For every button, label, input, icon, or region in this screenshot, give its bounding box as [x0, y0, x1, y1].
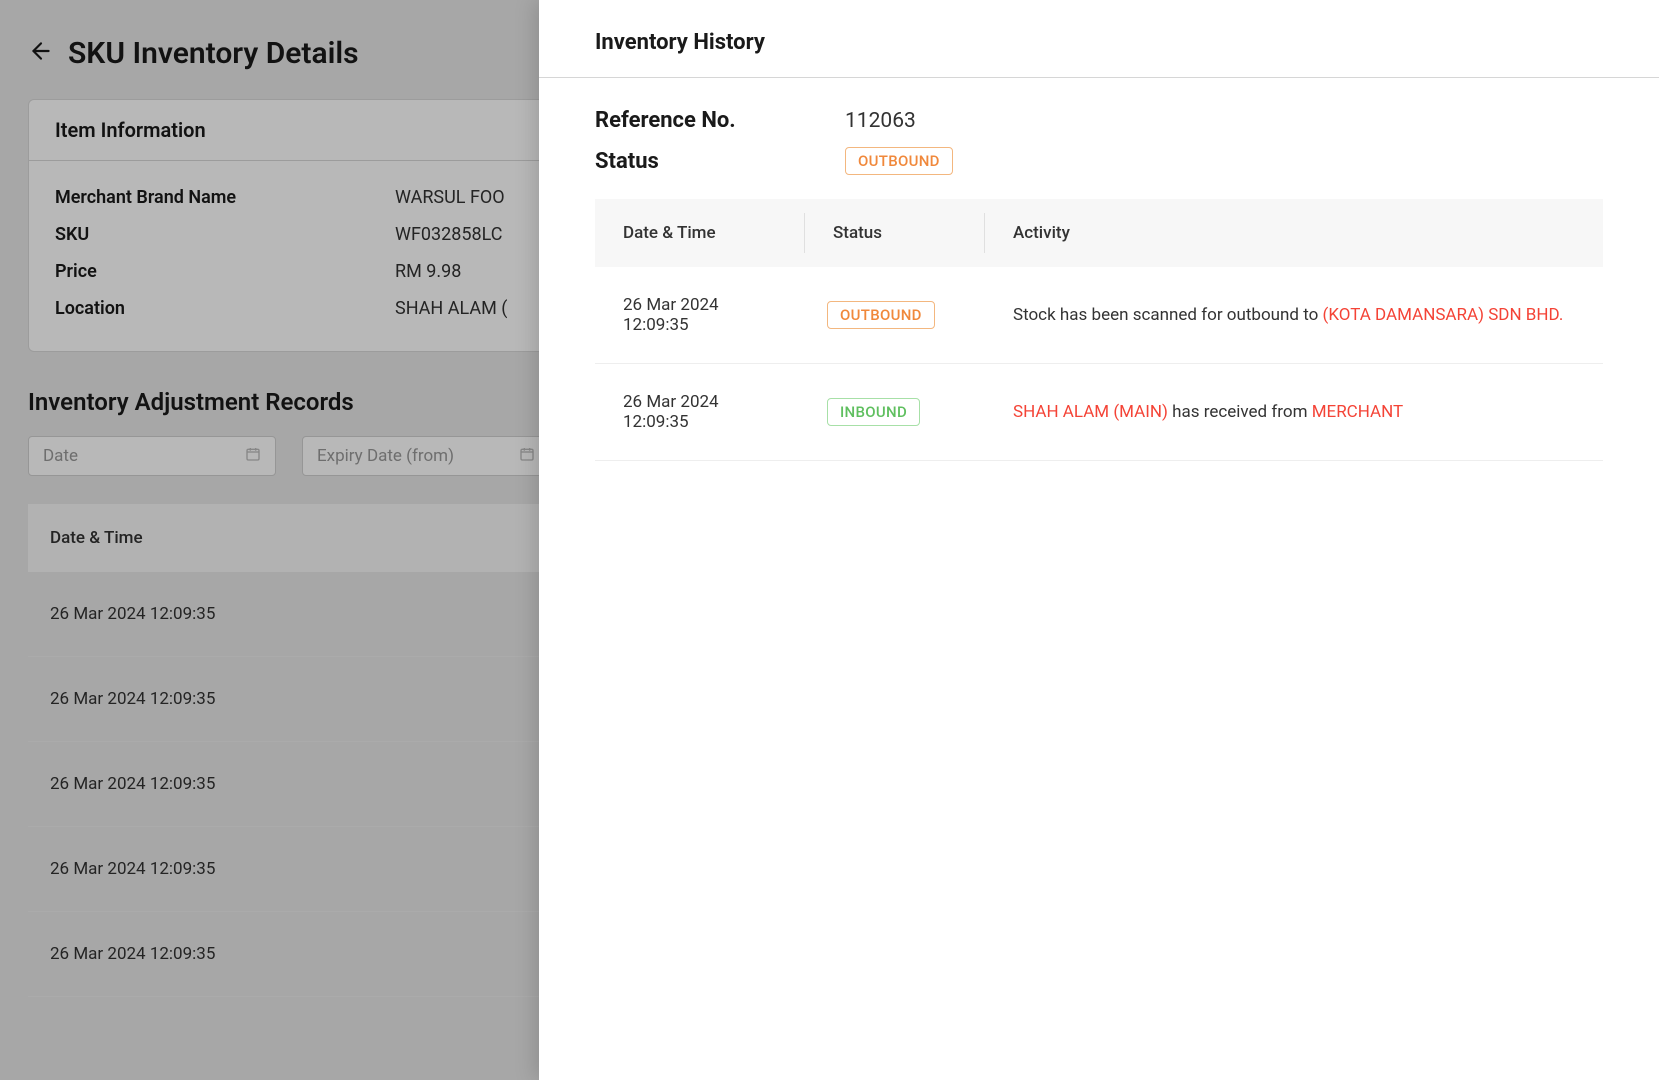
col-datetime: Date & Time [595, 199, 805, 267]
activity-highlight: SHAH ALAM (MAIN) [1013, 402, 1168, 422]
cell-status: OUTBOUND [805, 267, 985, 364]
cell-activity: SHAH ALAM (MAIN) has received from MERCH… [985, 364, 1603, 461]
activity-highlight: (KOTA DAMANSARA) SDN BHD. [1323, 305, 1564, 325]
reference-no-value: 112063 [845, 109, 916, 133]
status-badge: OUTBOUND [845, 147, 953, 175]
status-label: Status [595, 149, 845, 174]
activity-highlight: MERCHANT [1312, 402, 1403, 422]
detail-row-reference: Reference No. 112063 [595, 108, 1603, 133]
col-status: Status [805, 199, 985, 267]
table-row: 26 Mar 2024 12:09:35 INBOUND SHAH ALAM (MA… [595, 364, 1603, 461]
status-badge: OUTBOUND [827, 301, 935, 329]
cell-activity: Stock has been scanned for outbound to (… [985, 267, 1603, 364]
cell-status: INBOUND [805, 364, 985, 461]
inventory-history-table: Date & Time Status Activity 26 Mar 2024 … [595, 199, 1603, 461]
col-activity: Activity [985, 199, 1603, 267]
table-row: 26 Mar 2024 12:09:35 OUTBOUND Stock has be… [595, 267, 1603, 364]
reference-no-label: Reference No. [595, 108, 845, 133]
cell-datetime: 26 Mar 2024 12:09:35 [595, 364, 805, 461]
cell-datetime: 26 Mar 2024 12:09:35 [595, 267, 805, 364]
drawer-title: Inventory History [595, 30, 1603, 55]
status-badge: INBOUND [827, 398, 920, 426]
detail-row-status: Status OUTBOUND [595, 147, 1603, 175]
inventory-history-drawer: Inventory History Reference No. 112063 S… [539, 0, 1659, 1080]
